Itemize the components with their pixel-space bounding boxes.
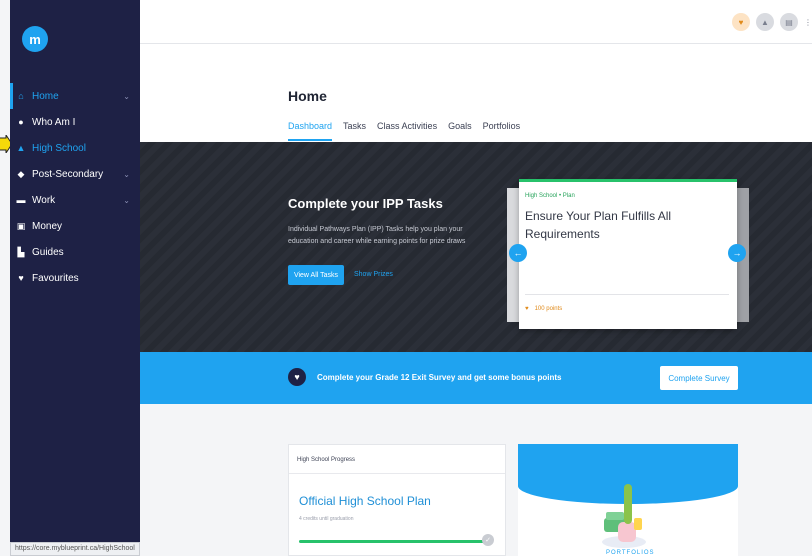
tab-class-activities[interactable]: Class Activities (377, 121, 437, 131)
portfolios-promo-card[interactable]: PORTFOLIOS (518, 444, 738, 556)
hero-description: Individual Pathways Plan (IPP) Tasks hel… (288, 226, 466, 245)
top-bar: ♥ ▲ ▤ ⋮ (140, 0, 812, 44)
complete-survey-button[interactable]: Complete Survey (660, 366, 738, 390)
promo-label: PORTFOLIOS (606, 550, 655, 556)
check-icon: ✓ (482, 534, 494, 546)
sidebar-item-label: Post-Secondary (32, 168, 104, 180)
school-icon: ▲ (16, 143, 26, 153)
money-icon: ▣ (16, 220, 26, 231)
user-circle-icon: ● (18, 117, 24, 127)
task-card-points: ♥ 100 points (525, 306, 562, 312)
tab-portfolios[interactable]: Portfolios (483, 121, 521, 131)
chevron-down-icon[interactable]: ⌄ (123, 196, 130, 205)
sidebar-item-high-school[interactable]: ▲ High School (10, 135, 140, 161)
carousel-prev-button[interactable]: ← (509, 244, 527, 262)
points-label: 100 points (534, 306, 563, 312)
sidebar-item-label: Favourites (32, 272, 79, 284)
sidebar-item-label: Work (32, 194, 56, 206)
arrow-right-icon: → (732, 248, 742, 258)
logo[interactable]: m (22, 26, 48, 52)
more-icon[interactable]: ⋮ (804, 13, 812, 31)
profile-icon[interactable]: ▲ (756, 13, 774, 31)
tab-goals[interactable]: Goals (448, 121, 472, 131)
book-icon: ▙ (17, 246, 25, 257)
sidebar-item-label: Guides (32, 246, 64, 258)
progress-bar (299, 540, 485, 543)
sidebar-item-who-am-i[interactable]: ● Who Am I (10, 109, 140, 135)
status-url: https://core.myblueprint.ca/HighSchool (10, 542, 140, 556)
sidebar: m ⌂ Home ⌄ ● Who Am I ▲ High School ◆ Po… (10, 0, 140, 556)
sidebar-item-post-secondary[interactable]: ◆ Post-Secondary ⌄ (10, 161, 140, 187)
graduation-cap-icon: ◆ (17, 168, 25, 179)
sidebar-nav: ⌂ Home ⌄ ● Who Am I ▲ High School ◆ Post… (10, 83, 140, 291)
task-card[interactable]: High School • Plan Ensure Your Plan Fulf… (519, 179, 737, 329)
sidebar-item-label: Home (32, 90, 59, 102)
points-icon[interactable]: ♥ (732, 13, 750, 31)
sidebar-item-favourites[interactable]: ♥ Favourites (10, 265, 140, 291)
survey-banner: ♥ Complete your Grade 12 Exit Survey and… (140, 352, 812, 404)
inbox-icon[interactable]: ▤ (780, 13, 798, 31)
chevron-down-icon[interactable]: ⌄ (123, 170, 130, 179)
home-icon: ⌂ (18, 91, 24, 101)
sidebar-item-label: High School (32, 142, 86, 154)
tab-bar: Dashboard Tasks Class Activities Goals P… (288, 121, 521, 141)
sidebar-item-money[interactable]: ▣ Money (10, 213, 140, 239)
carousel-next-button[interactable]: → (728, 244, 746, 262)
arrow-left-icon: ← (513, 248, 523, 258)
sidebar-item-label: Who Am I (32, 116, 76, 128)
page-header: Home Dashboard Tasks Class Activities Go… (140, 44, 812, 142)
progress-card-subtitle: 4 credits until graduation (299, 516, 354, 522)
progress-card-header: High School Progress (297, 457, 356, 463)
task-card-category: High School • Plan (525, 193, 575, 199)
heart-icon: ♥ (18, 273, 24, 283)
progress-card-title[interactable]: Official High School Plan (299, 494, 431, 508)
hero-title: Complete your IPP Tasks (288, 196, 443, 211)
heart-icon: ♥ (288, 368, 306, 386)
show-prizes-link[interactable]: Show Prizes (354, 271, 393, 278)
sidebar-item-label: Money (32, 220, 63, 232)
divider (289, 473, 505, 474)
banner-text: Complete your Grade 12 Exit Survey and g… (317, 373, 562, 382)
divider (525, 294, 729, 295)
page-title: Home (288, 88, 327, 104)
view-all-tasks-button[interactable]: View All Tasks (288, 265, 344, 285)
tab-dashboard[interactable]: Dashboard (288, 121, 333, 141)
chevron-down-icon[interactable]: ⌄ (123, 92, 130, 101)
heart-icon: ♥ (525, 306, 529, 312)
ipp-hero: Complete your IPP Tasks Individual Pathw… (140, 142, 812, 352)
sidebar-item-home[interactable]: ⌂ Home ⌄ (10, 83, 140, 109)
top-bar-icons: ♥ ▲ ▤ ⋮ (732, 13, 812, 31)
high-school-progress-card[interactable]: High School Progress Official High Schoo… (288, 444, 506, 556)
sidebar-item-guides[interactable]: ▙ Guides (10, 239, 140, 265)
briefcase-icon: ▬ (16, 195, 26, 205)
tab-tasks[interactable]: Tasks (343, 121, 366, 131)
task-card-title: Ensure Your Plan Fulfills All Requiremen… (525, 209, 672, 241)
plant-illustration-icon (602, 484, 646, 548)
sidebar-item-work[interactable]: ▬ Work ⌄ (10, 187, 140, 213)
